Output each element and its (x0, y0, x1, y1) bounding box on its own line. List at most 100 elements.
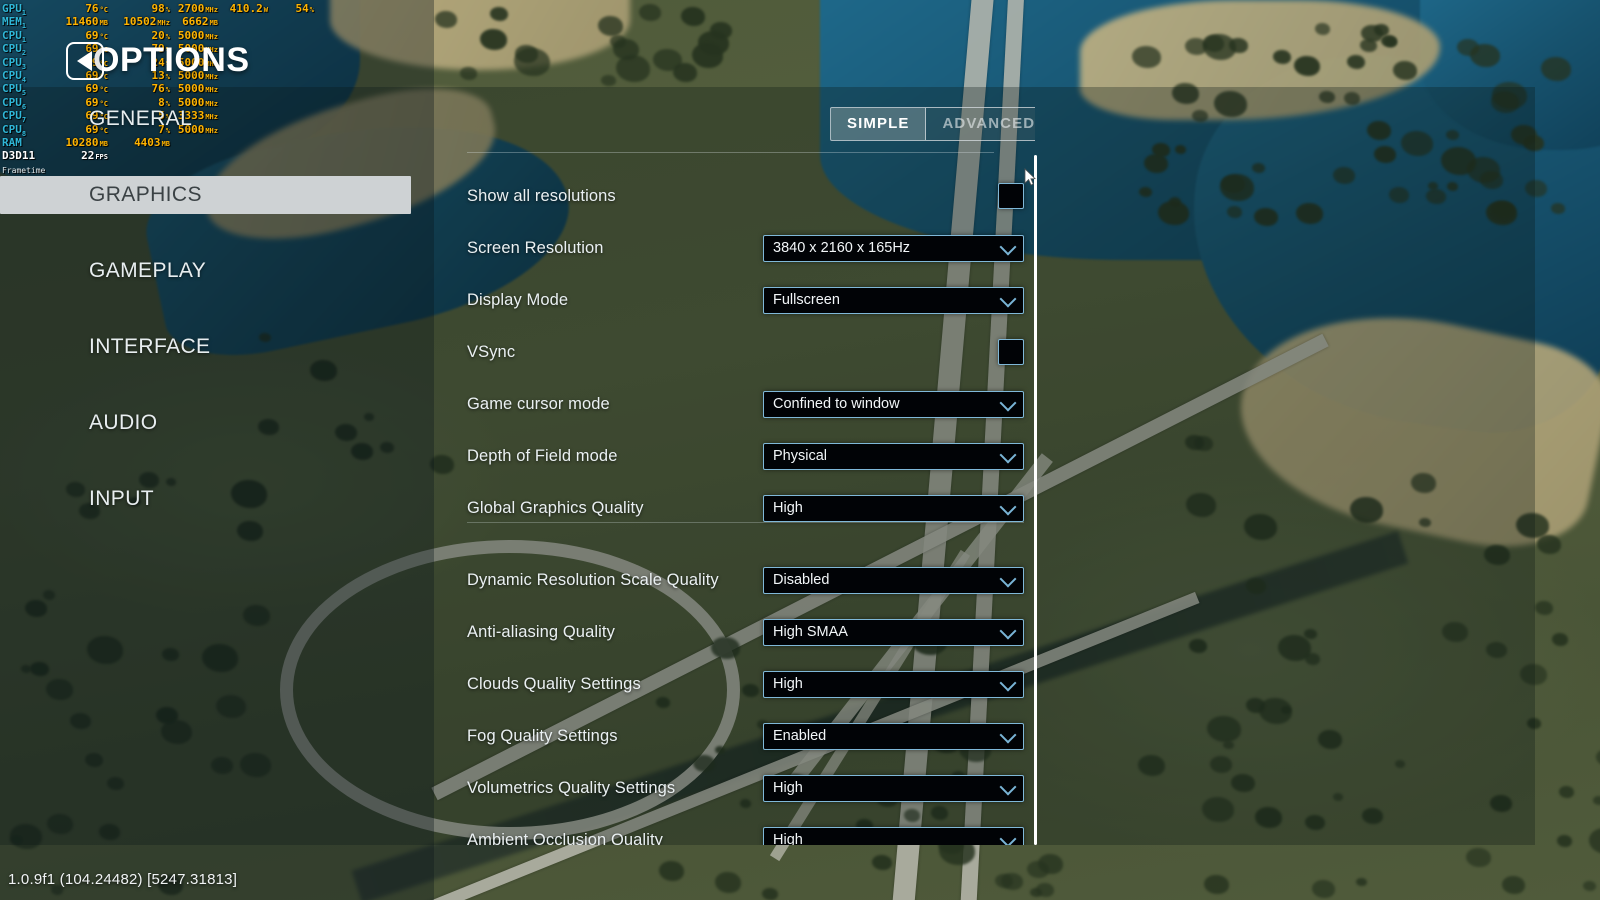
content-divider (467, 152, 994, 153)
setting-row-volumetrics-quality-settings: Volumetrics Quality Settings High (467, 762, 1024, 814)
chevron-down-icon (999, 498, 1017, 516)
scrollbar-track[interactable] (1034, 155, 1037, 845)
sidebar-item-wrap-graphics: GRAPHICS (0, 176, 434, 214)
dropdown-value: High SMAA (773, 624, 848, 640)
sidebar-item-wrap-general: GENERAL (0, 100, 434, 138)
monitor-unit: MHz (157, 19, 170, 28)
dropdown-display-mode[interactable]: Fullscreen (763, 286, 1024, 314)
chevron-down-icon (999, 290, 1017, 308)
monitor-unit: MHz (205, 6, 218, 14)
tree (1535, 601, 1553, 615)
sidebar-item-label: AUDIO (89, 411, 158, 434)
tab-label: ADVANCED (942, 115, 1035, 132)
setting-label: Clouds Quality Settings (467, 674, 641, 693)
tree (872, 855, 892, 870)
tree (613, 39, 639, 60)
checkbox-show-all-resolutions[interactable] (998, 183, 1024, 209)
tree (639, 4, 661, 21)
tree (1466, 848, 1491, 867)
dropdown-screen-resolution[interactable]: 3840 x 2160 x 165Hz (763, 234, 1024, 262)
dropdown-dynamic-resolution-scale-quality[interactable]: Disabled (763, 566, 1024, 594)
setting-row-screen-resolution: Screen Resolution 3840 x 2160 x 165Hz (467, 222, 1024, 274)
dropdown-value: 3840 x 2160 x 165Hz (773, 240, 911, 256)
monitor-unit: MHz (205, 86, 218, 95)
sidebar-item-interface[interactable]: INTERFACE (0, 328, 434, 366)
dropdown-ambient-occlusion-quality[interactable]: High (763, 826, 1024, 845)
chevron-down-icon (999, 622, 1017, 640)
dropdown-fog-quality-settings[interactable]: Enabled (763, 722, 1024, 750)
tab-label: SIMPLE (847, 115, 910, 132)
monitor-unit: °C (99, 32, 108, 41)
dropdown-value: High (773, 780, 803, 796)
tree (1502, 876, 1525, 894)
setting-label: Anti-aliasing Quality (467, 622, 615, 641)
tree (1393, 61, 1417, 80)
chevron-down-icon (999, 830, 1017, 845)
tree (490, 7, 508, 21)
version-label: 1.0.9f1 (104.24482) [5247.31813] (8, 871, 238, 888)
setting-label: Volumetrics Quality Settings (467, 778, 676, 797)
page-title: OPTIONS (93, 41, 250, 79)
dropdown-volumetrics-quality-settings[interactable]: High (763, 774, 1024, 802)
dropdown-value: High (773, 676, 803, 692)
setting-label: Display Mode (467, 290, 569, 309)
monitor-unit: MB (209, 19, 218, 28)
setting-row-global-graphics-quality: Global Graphics Quality High (467, 482, 1024, 534)
setting-row-anti-aliasing-quality: Anti-aliasing Quality High SMAA (467, 606, 1024, 658)
tree (1360, 39, 1377, 52)
setting-row-dynamic-resolution-scale-quality: Dynamic Resolution Scale Quality Disabled (467, 554, 1024, 606)
checkbox-vsync[interactable] (998, 339, 1024, 365)
sidebar-item-wrap-interface: INTERFACE (0, 328, 434, 366)
dropdown-value: Confined to window (773, 396, 900, 412)
tab-simple[interactable]: SIMPLE (831, 108, 927, 140)
tree (1537, 535, 1561, 554)
setting-row-clouds-quality-settings: Clouds Quality Settings High (467, 658, 1024, 710)
settings-section-divider (467, 522, 1024, 523)
tree (601, 75, 616, 86)
tree (480, 29, 507, 50)
tree (1273, 50, 1291, 64)
tree (1541, 57, 1571, 81)
tree (1552, 633, 1568, 646)
tree (1559, 786, 1574, 798)
mode-tabs: SIMPLE ADVANCED (830, 107, 1035, 141)
tree (681, 7, 705, 26)
sidebar-item-graphics[interactable]: GRAPHICS (0, 176, 411, 214)
tab-advanced[interactable]: ADVANCED (926, 108, 1035, 140)
tree (1204, 875, 1229, 894)
monitor-row: GPU1 76°C 98% 2700MHz 410.2W 54% (2, 2, 314, 17)
dropdown-value: Physical (773, 448, 827, 464)
dropdown-global-graphics-quality[interactable]: High (763, 494, 1024, 522)
setting-row-show-all-resolutions: Show all resolutions (467, 170, 1024, 222)
tree (1593, 796, 1600, 805)
chevron-down-icon (999, 238, 1017, 256)
setting-label: Screen Resolution (467, 238, 604, 257)
monitor-unit: °C (99, 6, 108, 14)
setting-label: Global Graphics Quality (467, 498, 644, 517)
dropdown-clouds-quality-settings[interactable]: High (763, 670, 1024, 698)
sidebar-item-general[interactable]: GENERAL (0, 100, 434, 138)
setting-row-ambient-occlusion-quality: Ambient Occlusion Quality High (467, 814, 1024, 845)
setting-label: Game cursor mode (467, 394, 610, 413)
sidebar-item-input[interactable]: INPUT (0, 480, 434, 518)
sidebar-item-audio[interactable]: AUDIO (0, 404, 434, 442)
tree (659, 861, 684, 881)
tree (514, 48, 550, 76)
dropdown-anti-aliasing-quality[interactable]: High SMAA (763, 618, 1024, 646)
chevron-down-icon (999, 394, 1017, 412)
sidebar-item-gameplay[interactable]: GAMEPLAY (0, 252, 434, 290)
monitor-unit: °C (99, 86, 108, 95)
tree (1356, 878, 1367, 886)
dropdown-game-cursor-mode[interactable]: Confined to window (763, 390, 1024, 418)
tree (1557, 835, 1572, 847)
setting-row-depth-of-field-mode: Depth of Field mode Physical (467, 430, 1024, 482)
tree (1294, 56, 1320, 76)
back-button[interactable] (66, 42, 104, 80)
tree (1038, 854, 1063, 874)
sidebar-item-label: INTERFACE (89, 335, 211, 358)
dropdown-depth-of-field-mode[interactable]: Physical (763, 442, 1024, 470)
scrollbar-thumb[interactable] (1034, 155, 1037, 845)
setting-label: Ambient Occlusion Quality (467, 830, 663, 846)
